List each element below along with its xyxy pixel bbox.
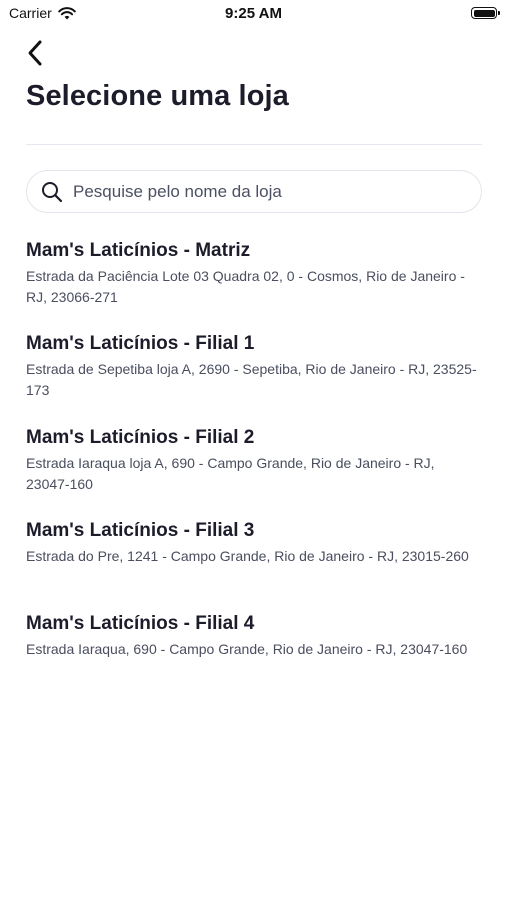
search-input[interactable] (73, 181, 453, 202)
search-icon (41, 181, 63, 203)
store-item-filial-4[interactable]: Mam's Laticínios - Filial 4 Estrada Iara… (26, 611, 486, 704)
battery-icon (471, 7, 500, 19)
page-title: Selecione uma loja (26, 80, 289, 112)
store-name: Mam's Laticínios - Filial 3 (26, 519, 255, 541)
store-item-matriz[interactable]: Mam's Laticínios - Matriz Estrada da Pac… (26, 238, 486, 331)
store-item-filial-1[interactable]: Mam's Laticínios - Filial 1 Estrada de S… (26, 331, 486, 424)
back-button[interactable] (26, 36, 60, 70)
store-address: Estrada Iaraqua, 690 - Campo Grande, Rio… (26, 641, 468, 658)
status-bar: Carrier 9:25 AM (0, 0, 507, 30)
store-name: Mam's Laticínios - Filial 2 (26, 426, 255, 448)
battery-cap (498, 11, 500, 15)
battery-fill (473, 9, 495, 17)
store-address: Estrada de Sepetiba loja A, 2690 - Sepet… (26, 361, 477, 399)
store-address: Estrada do Pre, 1241 - Campo Grande, Rio… (26, 547, 469, 564)
store-item-filial-2[interactable]: Mam's Laticínios - Filial 2 Estrada Iara… (26, 425, 486, 518)
search-bar[interactable] (26, 170, 482, 213)
store-name: Mam's Laticínios - Matriz (26, 240, 251, 261)
store-name: Mam's Laticínios - Filial 1 (26, 333, 255, 355)
store-address: Estrada da Paciência Lote 03 Quadra 02, … (26, 268, 465, 305)
status-time: 9:25 AM (225, 5, 282, 22)
store-item-filial-3[interactable]: Mam's Laticínios - Filial 3 Estrada do P… (26, 518, 486, 611)
store-address: Estrada Iaraqua loja A, 690 - Campo Gran… (26, 454, 435, 492)
chevron-left-icon (26, 39, 44, 67)
store-name: Mam's Laticínios - Filial 4 (26, 613, 255, 635)
store-list: Mam's Laticínios - Matriz Estrada da Pac… (26, 238, 486, 704)
header-divider (26, 144, 482, 145)
